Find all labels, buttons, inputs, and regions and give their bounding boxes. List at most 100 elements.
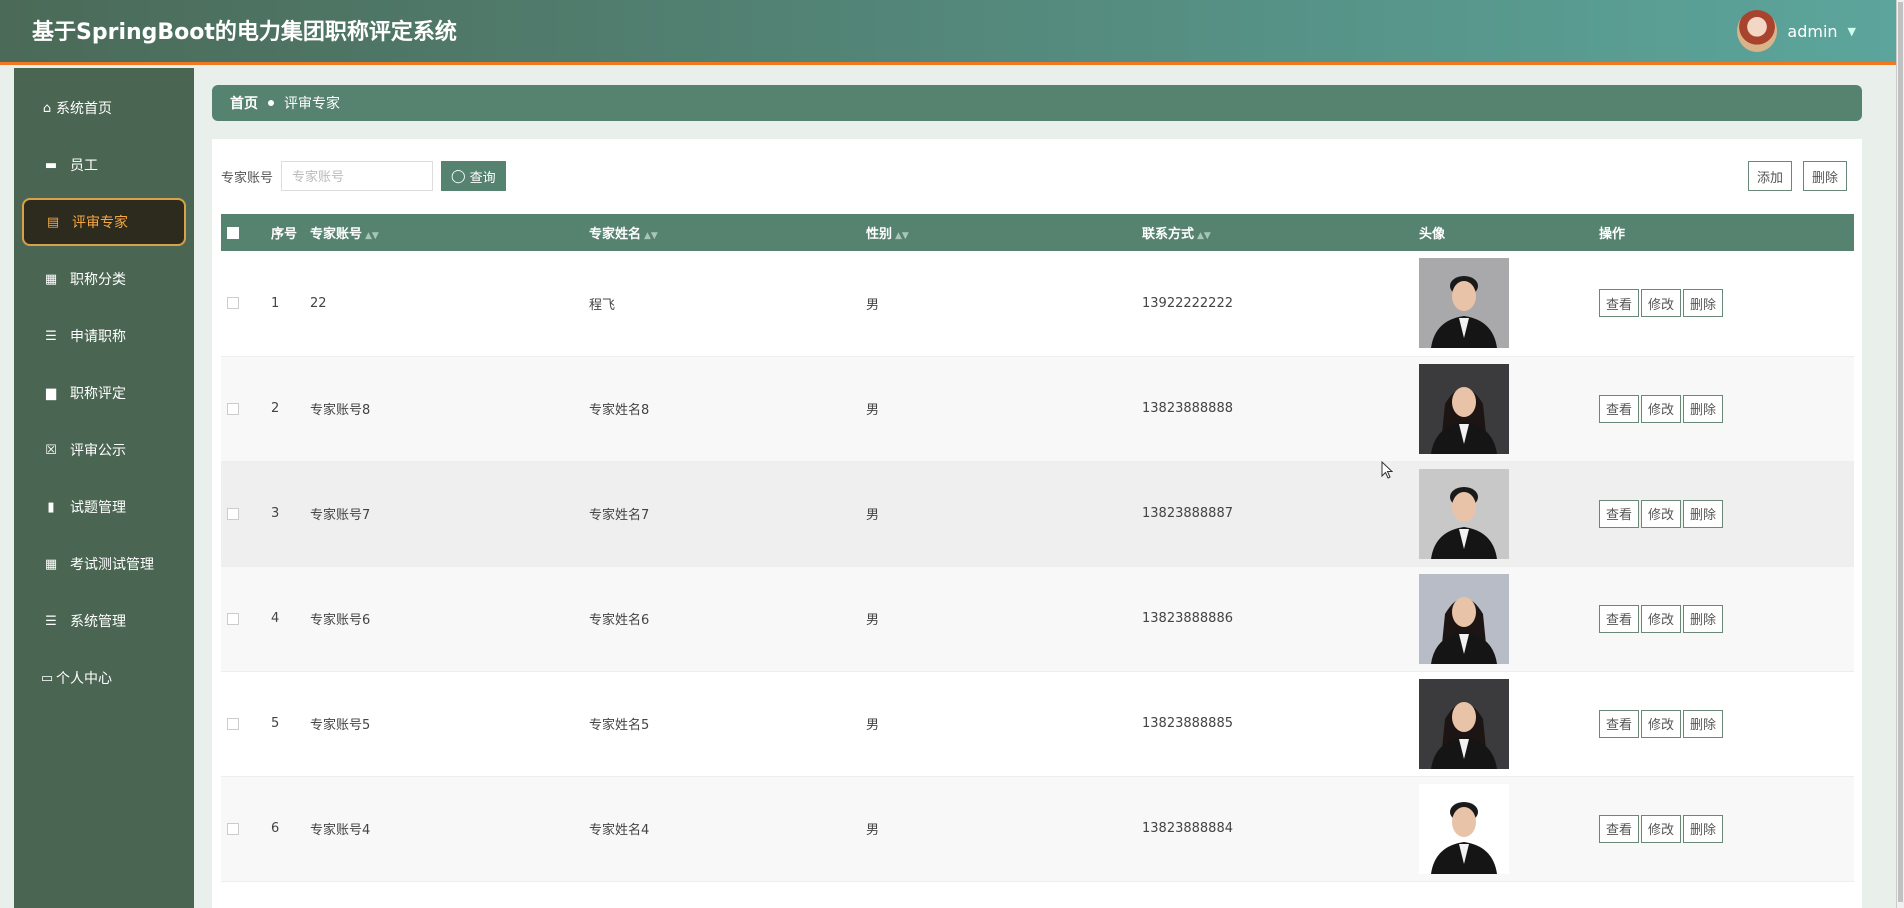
cell-name: 专家姓名5 xyxy=(589,671,866,777)
table-row[interactable]: 1 22 程飞 男 13922222222 查看 修改 删除 xyxy=(221,251,1854,357)
sidebar-item-label: 个人中心 xyxy=(56,671,112,687)
scrollbar[interactable] xyxy=(1896,0,1904,908)
view-button[interactable]: 查看 xyxy=(1599,814,1640,843)
expert-photo[interactable] xyxy=(1419,678,1509,769)
row-checkbox[interactable] xyxy=(227,822,239,835)
edit-button[interactable]: 修改 xyxy=(1641,604,1682,633)
sidebar-item-10[interactable]: ▭ 个人中心 xyxy=(22,654,186,702)
sidebar-item-7[interactable]: ▮ 试题管理 xyxy=(22,483,186,531)
add-button[interactable]: 添加 xyxy=(1748,161,1793,191)
expert-photo[interactable] xyxy=(1419,363,1509,454)
clipboard-x-icon: ☒ xyxy=(45,442,57,458)
cell-no: 4 xyxy=(271,566,310,672)
table-row[interactable]: 6 专家账号4 专家姓名4 男 13823888884 查看 修改 删除 xyxy=(221,776,1854,882)
batch-delete-button[interactable]: 删除 xyxy=(1803,161,1848,191)
sidebar-item-9[interactable]: ☰ 系统管理 xyxy=(22,597,186,645)
row-checkbox[interactable] xyxy=(227,507,239,520)
sidebar-item-5[interactable]: ▆ 职称评定 xyxy=(22,369,186,417)
delete-button[interactable]: 删除 xyxy=(1683,604,1724,633)
delete-button[interactable]: 删除 xyxy=(1683,814,1724,843)
clipboard-icon: ▤ xyxy=(46,214,60,230)
user-menu[interactable]: admin ▼ xyxy=(1737,10,1856,52)
delete-button[interactable]: 删除 xyxy=(1683,289,1724,318)
col-phone[interactable]: 联系方式 ▲▼ xyxy=(1142,214,1419,251)
expert-photo[interactable] xyxy=(1419,258,1509,349)
view-button[interactable]: 查看 xyxy=(1599,604,1640,633)
col-account[interactable]: 专家账号 ▲▼ xyxy=(310,214,589,251)
col-name[interactable]: 专家姓名 ▲▼ xyxy=(589,214,866,251)
sort-icon[interactable]: ▲▼ xyxy=(365,231,379,241)
sort-icon[interactable]: ▲▼ xyxy=(644,231,658,241)
delete-button[interactable]: 删除 xyxy=(1683,394,1724,423)
cell-gender: 男 xyxy=(866,566,1142,672)
sort-icon[interactable]: ▲▼ xyxy=(895,231,909,241)
cell-phone: 13823888885 xyxy=(1142,671,1419,777)
username[interactable]: admin xyxy=(1787,22,1837,41)
search-input[interactable] xyxy=(281,161,434,191)
breadcrumb-home[interactable]: 首页 xyxy=(230,93,258,113)
sidebar-item-label: 试题管理 xyxy=(70,500,126,516)
avatar[interactable] xyxy=(1737,10,1778,52)
cell-name: 专家姓名8 xyxy=(589,356,866,462)
caret-down-icon[interactable]: ▼ xyxy=(1848,25,1856,38)
cell-account: 专家账号7 xyxy=(310,461,589,567)
cell-phone: 13922222222 xyxy=(1142,251,1419,357)
expert-photo[interactable] xyxy=(1419,468,1509,559)
sidebar-item-3[interactable]: ▦ 职称分类 xyxy=(22,255,186,303)
search-button[interactable]: ◯ 查询 xyxy=(441,161,506,191)
list-icon: ☰ xyxy=(45,613,57,629)
breadcrumb-current: 评审专家 xyxy=(284,96,340,112)
select-all-checkbox[interactable] xyxy=(227,226,239,239)
cell-actions: 查看 修改 删除 xyxy=(1599,251,1854,357)
expert-photo[interactable] xyxy=(1419,573,1509,664)
grid-icon: ▦ xyxy=(44,556,58,572)
col-gender[interactable]: 性别 ▲▼ xyxy=(866,214,1142,251)
sidebar-item-6[interactable]: ☒ 评审公示 xyxy=(22,426,186,474)
view-button[interactable]: 查看 xyxy=(1599,499,1640,528)
sidebar-item-label: 系统首页 xyxy=(56,101,112,117)
edit-button[interactable]: 修改 xyxy=(1641,289,1682,318)
view-button[interactable]: 查看 xyxy=(1599,394,1640,423)
sidebar-item-2[interactable]: ▤ 评审专家 xyxy=(22,198,186,246)
breadcrumb-separator xyxy=(268,100,274,106)
row-checkbox[interactable] xyxy=(227,402,239,415)
cell-photo xyxy=(1419,671,1599,777)
cell-actions: 查看 修改 删除 xyxy=(1599,461,1854,567)
table-row[interactable]: 4 专家账号6 专家姓名6 男 13823888886 查看 修改 删除 xyxy=(221,566,1854,672)
cell-account: 22 xyxy=(310,251,589,357)
row-checkbox[interactable] xyxy=(227,717,239,730)
table-row[interactable]: 2 专家账号8 专家姓名8 男 13823888888 查看 修改 删除 xyxy=(221,356,1854,462)
cell-no: 1 xyxy=(271,251,310,357)
view-button[interactable]: 查看 xyxy=(1599,709,1640,738)
home-icon: ⌂ xyxy=(42,100,52,116)
sort-icon[interactable]: ▲▼ xyxy=(1197,231,1211,241)
cell-account: 专家账号5 xyxy=(310,671,589,777)
row-checkbox[interactable] xyxy=(227,612,239,625)
sidebar-item-0[interactable]: ⌂ 系统首页 xyxy=(22,84,186,132)
delete-button[interactable]: 删除 xyxy=(1683,709,1724,738)
edit-button[interactable]: 修改 xyxy=(1641,499,1682,528)
scrollbar-thumb[interactable] xyxy=(1898,2,1903,902)
delete-button[interactable]: 删除 xyxy=(1683,499,1724,528)
view-button[interactable]: 查看 xyxy=(1599,289,1640,318)
cell-gender: 男 xyxy=(866,251,1142,357)
expert-photo[interactable] xyxy=(1419,783,1509,874)
cell-phone: 13823888888 xyxy=(1142,356,1419,462)
sidebar-item-8[interactable]: ▦ 考试测试管理 xyxy=(22,540,186,588)
sidebar-item-4[interactable]: ☰ 申请职称 xyxy=(22,312,186,360)
cell-photo xyxy=(1419,566,1599,672)
cell-name: 专家姓名7 xyxy=(589,461,866,567)
table-row[interactable]: 3 专家账号7 专家姓名7 男 13823888887 查看 修改 删除 xyxy=(221,461,1854,567)
cell-actions: 查看 修改 删除 xyxy=(1599,776,1854,882)
cell-name: 专家姓名6 xyxy=(589,566,866,672)
sidebar-item-1[interactable]: ▬ 员工 xyxy=(22,141,186,189)
col-no: 序号 xyxy=(271,214,310,251)
edit-button[interactable]: 修改 xyxy=(1641,814,1682,843)
row-checkbox[interactable] xyxy=(227,297,239,310)
cell-phone: 13823888887 xyxy=(1142,461,1419,567)
edit-button[interactable]: 修改 xyxy=(1641,709,1682,738)
edit-button[interactable]: 修改 xyxy=(1641,394,1682,423)
sidebar-item-label: 评审公示 xyxy=(70,443,126,459)
breadcrumb: 首页 评审专家 xyxy=(212,85,1862,121)
table-row[interactable]: 5 专家账号5 专家姓名5 男 13823888885 查看 修改 删除 xyxy=(221,671,1854,777)
